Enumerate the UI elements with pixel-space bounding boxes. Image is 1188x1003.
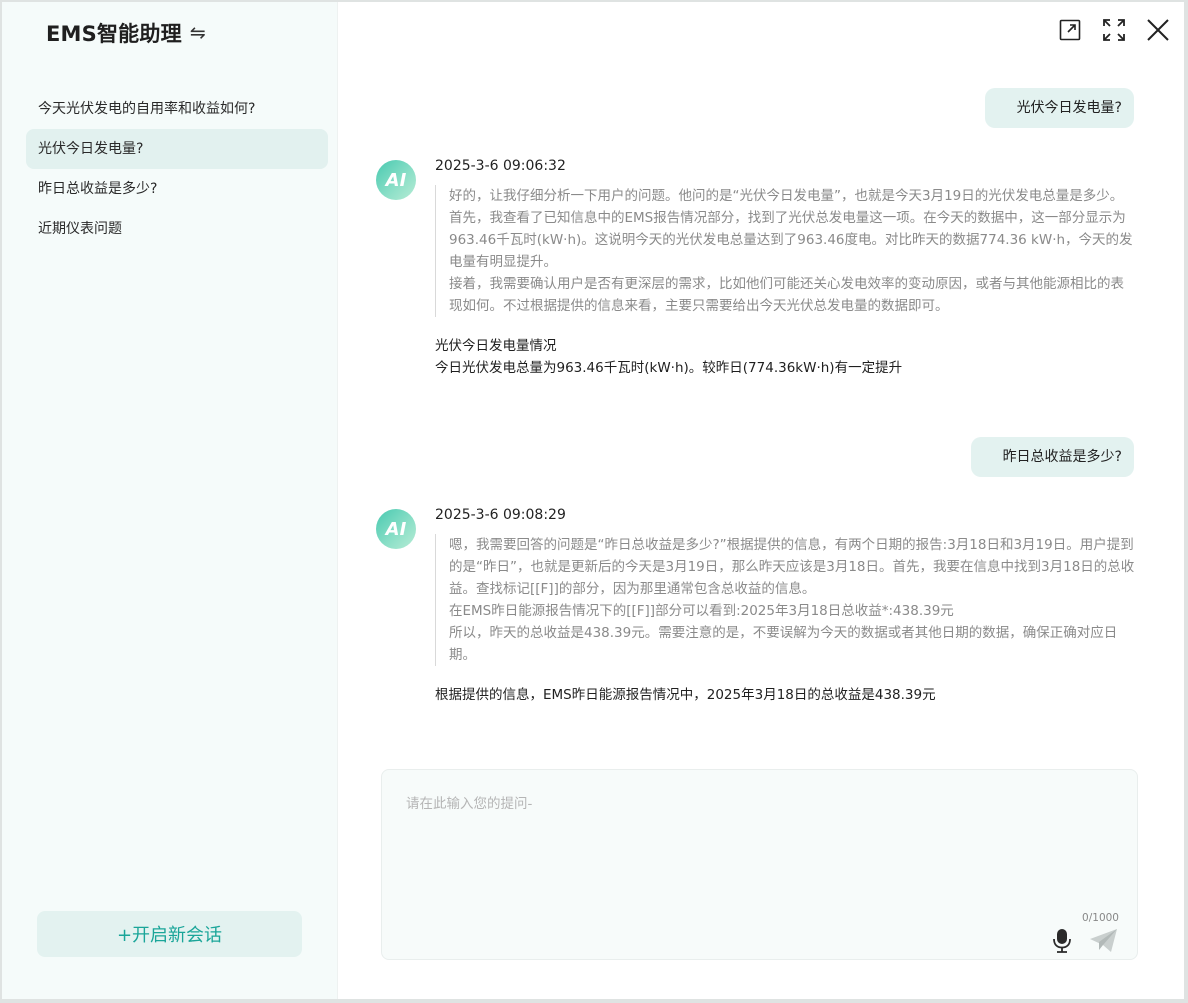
ai-message: 2025-3-6 09:06:32 好的，让我仔细分析一下用户的问题。他问的是“… <box>435 156 1135 379</box>
thinking-paragraph: 好的，让我仔细分析一下用户的问题。他问的是“光伏今日发电量”，也就是今天3月19… <box>449 188 1124 204</box>
question-input[interactable] <box>382 770 1137 910</box>
swap-icon[interactable]: ⇋ <box>190 22 206 44</box>
user-message: 光伏今日发电量? <box>984 88 1134 128</box>
ai-avatar: AI <box>376 509 416 549</box>
char-counter: 0/1000 <box>1082 912 1119 924</box>
thinking-paragraph: 在EMS昨日能源报告情况下的[[F]]部分可以看到:2025年3月18日总收益*… <box>449 603 954 619</box>
app-title-text: EMS智能助理 <box>46 22 182 46</box>
thinking-paragraph: 嗯，我需要回答的问题是“昨日总收益是多少?”根据提供的信息，有两个日期的报告:3… <box>449 537 1135 597</box>
question-input-box: 0/1000 <box>381 769 1138 960</box>
answer-block: 光伏今日发电量情况 今日光伏发电总量为963.46千瓦时(kW·h)。较昨日(7… <box>435 335 1135 379</box>
user-message: 昨日总收益是多少? <box>970 437 1134 477</box>
ai-message: 2025-3-6 09:08:29 嗯，我需要回答的问题是“昨日总收益是多少?”… <box>435 505 1135 706</box>
app-title: EMS智能助理 ⇋ <box>46 18 206 48</box>
answer-text: 根据提供的信息，EMS昨日能源报告情况中，2025年3月18日的总收益是438.… <box>435 687 936 703</box>
ai-avatar: AI <box>376 160 416 200</box>
send-icon[interactable] <box>1089 928 1119 954</box>
answer-text: 今日光伏发电总量为963.46千瓦时(kW·h)。较昨日(774.36kW·h)… <box>435 360 903 376</box>
message-timestamp: 2025-3-6 09:06:32 <box>435 158 566 174</box>
sidebar: EMS智能助理 ⇋ 今天光伏发电的自用率和收益如何? 光伏今日发电量? 昨日总收… <box>2 2 338 999</box>
history-item[interactable]: 昨日总收益是多少? <box>26 169 328 209</box>
new-chat-button[interactable]: +开启新会话 <box>37 911 302 957</box>
thinking-block: 好的，让我仔细分析一下用户的问题。他问的是“光伏今日发电量”，也就是今天3月19… <box>435 185 1135 317</box>
thinking-block: 嗯，我需要回答的问题是“昨日总收益是多少?”根据提供的信息，有两个日期的报告:3… <box>435 534 1135 666</box>
history-item-active[interactable]: 光伏今日发电量? <box>26 129 328 169</box>
thinking-paragraph: 所以，昨天的总收益是438.39元。需要注意的是，不要误解为今天的数据或者其他日… <box>449 625 1118 663</box>
assistant-window: EMS智能助理 ⇋ 今天光伏发电的自用率和收益如何? 光伏今日发电量? 昨日总收… <box>2 2 1184 999</box>
answer-heading: 光伏今日发电量情况 <box>435 338 557 354</box>
thinking-paragraph: 首先，我查看了已知信息中的EMS报告情况部分，找到了光伏总发电量这一项。在今天的… <box>449 210 1133 270</box>
message-timestamp: 2025-3-6 09:08:29 <box>435 507 566 523</box>
chat-area: 光伏今日发电量? AI 2025-3-6 09:06:32 好的，让我仔细分析一… <box>338 2 1184 762</box>
thinking-paragraph: 接着，我需要确认用户是否有更深层的需求，比如他们可能还关心发电效率的变动原因，或… <box>449 276 1124 314</box>
history-item[interactable]: 近期仪表问题 <box>26 209 328 249</box>
answer-block: 根据提供的信息，EMS昨日能源报告情况中，2025年3月18日的总收益是438.… <box>435 684 1135 706</box>
microphone-icon[interactable] <box>1051 928 1073 954</box>
history-item[interactable]: 今天光伏发电的自用率和收益如何? <box>26 89 328 129</box>
conversation-history: 今天光伏发电的自用率和收益如何? 光伏今日发电量? 昨日总收益是多少? 近期仪表… <box>26 89 328 249</box>
